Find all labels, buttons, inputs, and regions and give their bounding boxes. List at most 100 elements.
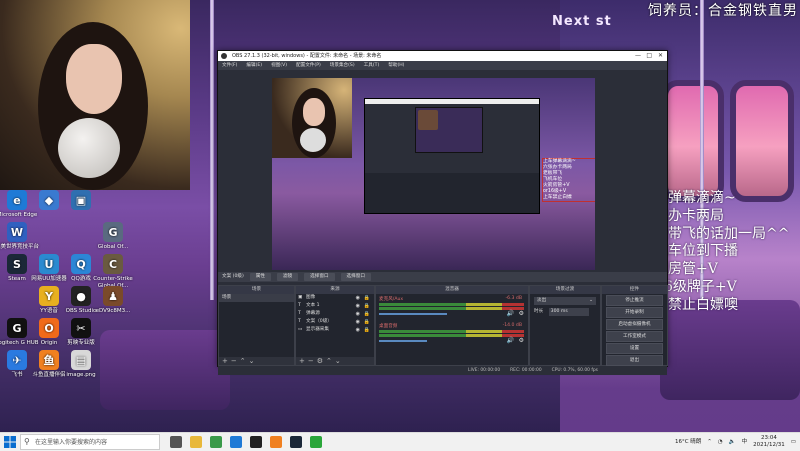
speaker-icon[interactable]: 🔊 (507, 337, 514, 344)
desktop-icon[interactable]: ▣ (58, 190, 104, 212)
channel-name: 麦克风/Aux (379, 297, 404, 302)
chrome-icon[interactable] (210, 436, 222, 448)
desktop-icon[interactable]: CCounter-Strike Global Of... (90, 254, 136, 290)
visibility-eye-icon[interactable]: ◉ (356, 326, 360, 334)
source-item[interactable]: ▣ 图像 ◉ 🔒 (296, 294, 374, 302)
gear-icon[interactable]: ⚙ (519, 337, 524, 344)
transitions-dock: 场景过渡 淡出 ⌄ 时长 300 ms (529, 285, 601, 366)
scene-sign: Next st (552, 14, 612, 29)
desktop-icon[interactable]: ♟ eDV9c8M3... (90, 286, 136, 315)
app-icon: ▤ (71, 350, 91, 370)
transition-select[interactable]: 淡出 ⌄ (534, 297, 596, 305)
mixer-list: 麦克风/Aux -6.3 dB 🔊 ⚙ 桌面音频 -14.0 dB 🔊 ⚙ (376, 294, 528, 348)
volume-slider[interactable] (379, 313, 447, 315)
volume-icon[interactable]: 🔈 (729, 439, 736, 446)
desktop-icon[interactable]: W 完美世界竞技平台 (0, 222, 40, 251)
taskbar-search-input[interactable]: 在这里输入你要搜索的内容 (20, 434, 160, 450)
app-icon: e (7, 190, 27, 210)
menu-item[interactable]: 视图(V) (271, 61, 287, 70)
notification-icon[interactable]: ▭ (791, 439, 796, 446)
volume-slider[interactable] (379, 340, 427, 342)
desktop-icon[interactable]: ✂ 剪映专业版 (58, 318, 104, 347)
sources-footer[interactable]: +−⚙⌃⌄ (296, 357, 374, 365)
search-icon: ⚲ (24, 437, 30, 446)
properties-button[interactable]: 属性 (249, 273, 271, 281)
menu-item[interactable]: 工具(T) (364, 61, 380, 70)
control-button[interactable]: 退出 (606, 355, 663, 366)
menu-item[interactable]: 场景集合(S) (330, 61, 355, 70)
chevron-up-icon[interactable]: ⌃ (707, 439, 712, 446)
desktop-icon[interactable]: G Global Of... (90, 222, 136, 251)
control-button[interactable]: 启动虚拟摄像机 (606, 319, 663, 330)
volume-meter (379, 307, 524, 310)
train-window (730, 80, 794, 202)
file-explorer-icon[interactable] (190, 436, 202, 448)
lock-icon[interactable]: 🔒 (364, 318, 370, 326)
monitor-source-icon: ▭ (298, 327, 303, 332)
steam-icon[interactable] (290, 436, 302, 448)
maximize-icon[interactable]: □ (646, 51, 652, 61)
wechat-icon[interactable] (310, 436, 322, 448)
lock-icon[interactable]: 🔒 (364, 326, 370, 334)
obs-icon[interactable] (250, 436, 262, 448)
scenes-footer[interactable]: +−⌃⌄ (219, 357, 294, 365)
edge-icon[interactable] (230, 436, 242, 448)
menu-item[interactable]: 帮助(H) (388, 61, 404, 70)
gear-icon[interactable]: ⚙ (519, 310, 524, 317)
plush-toy (58, 118, 120, 178)
source-label: 图像 (306, 295, 316, 300)
clock[interactable]: 23:04 2021/12/31 (753, 435, 785, 449)
menu-item[interactable]: 配置文件(P) (296, 61, 321, 70)
desktop-icon[interactable]: ▤ image.png (58, 350, 104, 379)
desktop-icon-label: 剪映专业版 (67, 340, 95, 346)
visibility-eye-icon[interactable]: ◉ (356, 310, 360, 318)
scene-item[interactable]: 场景 (219, 294, 294, 302)
cpu-status: CPU: 0.7%, 60.00 fps (551, 368, 598, 373)
minimize-icon[interactable]: — (635, 51, 641, 61)
source-item[interactable]: ▭ 显示器采集 ◉ 🔒 (296, 326, 374, 334)
filters-button[interactable]: 滤镜 (276, 273, 299, 281)
preview-nested-obs-inner (415, 107, 483, 153)
select-window-button[interactable]: 选择窗口 (304, 273, 335, 281)
ime-icon[interactable]: 中 (742, 439, 748, 446)
speaker-icon[interactable]: 🔊 (507, 310, 514, 317)
menu-item[interactable]: 文件(F) (222, 61, 237, 70)
task-view-icon[interactable] (170, 436, 182, 448)
source-item[interactable]: T 弹幕源 ◉ 🔒 (296, 310, 374, 318)
desktop-icon-label: 完美世界竞技平台 (0, 244, 39, 250)
source-item[interactable]: T 文本 1 ◉ 🔒 (296, 302, 374, 310)
select-window-button-2[interactable]: 选择窗口 (340, 273, 371, 281)
mixer-channel: 桌面音频 -14.0 dB 🔊 ⚙ (376, 321, 528, 348)
mixer-channel: 麦克风/Aux -6.3 dB 🔊 ⚙ (376, 294, 528, 321)
control-button[interactable]: 设置 (606, 343, 663, 354)
volume-meter (379, 303, 524, 306)
control-button[interactable]: 停止推流 (606, 295, 663, 306)
obs-window[interactable]: OBS 27.1.3 (32-bit, windows) - 配置文件: 未命名… (217, 50, 668, 375)
lock-icon[interactable]: 🔒 (364, 302, 370, 310)
duration-input[interactable]: 300 ms (548, 308, 589, 316)
visibility-eye-icon[interactable]: ◉ (356, 318, 360, 326)
visibility-eye-icon[interactable]: ◉ (356, 302, 360, 310)
desktop-icon-label: Global Of... (97, 244, 129, 250)
sources-header: 来源 (296, 286, 374, 294)
windows-start-icon[interactable] (4, 436, 16, 448)
lock-icon[interactable]: 🔒 (364, 310, 370, 318)
desktop-icon[interactable]: S Steam (0, 254, 40, 283)
obs-preview[interactable]: 上车弹幕滴滴~ 六张办卡两局 老板带飞 飞机车位 火箭房管+V or16级+V 上车禁止白嫖 (272, 78, 595, 270)
close-icon[interactable]: ✕ (658, 51, 663, 61)
menu-item[interactable]: 编辑(E) (246, 61, 262, 70)
control-button[interactable]: 工作室模式 (606, 331, 663, 342)
app-icon: G (7, 318, 27, 338)
network-icon[interactable]: ◔ (718, 439, 723, 446)
source-label: 文本 1 (306, 303, 320, 308)
visibility-eye-icon[interactable]: ◉ (356, 294, 360, 302)
app-icon: O (39, 318, 59, 338)
controls-header: 控件 (602, 286, 667, 294)
control-button[interactable]: 开始录制 (606, 307, 663, 318)
weather-text[interactable]: 16°C 晴朗 (675, 439, 701, 446)
source-item[interactable]: T 文案（0级） ◉ 🔒 (296, 318, 374, 326)
obs-titlebar[interactable]: OBS 27.1.3 (32-bit, windows) - 配置文件: 未命名… (218, 51, 667, 61)
douyu-icon[interactable] (270, 436, 282, 448)
app-icon: ♟ (103, 286, 123, 306)
lock-icon[interactable]: 🔒 (364, 294, 370, 302)
